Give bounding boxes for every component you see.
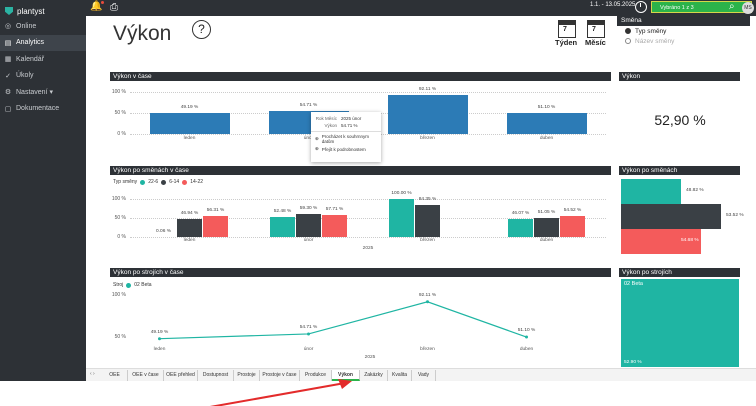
tooltip-value: 2025 únor	[341, 116, 362, 121]
machines-point-label: 54.71 %	[299, 324, 318, 330]
tooltip-action-label: Přejít k podrobnostem	[321, 146, 366, 152]
arrow-shaft	[209, 382, 346, 406]
machines-point[interactable]	[307, 332, 310, 336]
details-icon: ⊕	[315, 146, 319, 151]
tooltip-divider	[311, 131, 381, 132]
machines-point[interactable]	[158, 337, 161, 341]
machines-series-line[interactable]	[159, 301, 527, 340]
tooltip-action-label: Procházet k souhrnnym datům	[321, 134, 370, 144]
tab-2[interactable]: OEE přehled	[164, 370, 198, 381]
tab-pager[interactable]: ‹ ›	[90, 371, 95, 377]
machine-summary-name: 02 Beta	[624, 281, 643, 287]
tab-9[interactable]: Kvalita	[388, 370, 412, 381]
tab-0[interactable]: OEE	[102, 370, 128, 381]
shift-summary-block[interactable]	[621, 204, 721, 229]
machines-point[interactable]	[525, 335, 528, 339]
tooltip-drill-down[interactable]: ⊕ Přejít k podrobnostem	[311, 144, 381, 154]
shift-summary-label: 48.82 %	[686, 188, 704, 193]
arrow-head	[338, 379, 352, 389]
machines-x-tick: únor	[303, 347, 314, 352]
machine-summary-value: 52.90 %	[624, 360, 642, 365]
shift-summary-label: 53.52 %	[726, 213, 744, 218]
tab-10[interactable]: Vady	[412, 370, 436, 381]
tooltip-key: Rok Měsíc	[315, 116, 337, 121]
app-window: plantyst ◎ Online ▤ Analytics ▦ Kalendář ✓ Úkol…	[0, 0, 756, 406]
machines-point[interactable]	[426, 300, 429, 304]
tooltip-drill-up[interactable]: ⊕ Procházet k souhrnnym datům	[311, 134, 381, 144]
tab-8[interactable]: Zakázky	[360, 370, 388, 381]
tab-1[interactable]: OEE v čase	[128, 370, 164, 381]
machine-summary-block[interactable]	[621, 279, 739, 367]
machines-point-label: 49.19 %	[150, 329, 169, 335]
machines-x-tick: duben	[519, 347, 534, 352]
machines-point-label: 92.11 %	[418, 292, 437, 298]
shift-summary-label: 54.68 %	[681, 238, 699, 243]
shift-summary-block[interactable]	[621, 179, 681, 204]
machines-x-tick: březen	[420, 347, 435, 352]
red-arrow-annotation	[209, 379, 352, 406]
tooltip-value: 54.71 %	[341, 123, 358, 128]
drill-icon: ⊕	[315, 136, 319, 141]
chart-tooltip: Rok Měsíc 2025 únor Výkon 54.71 % ⊕ Procház…	[311, 112, 381, 162]
machines-point-label: 51.10 %	[517, 328, 536, 334]
machines-x-tick: leden	[153, 347, 166, 352]
machines-x-axis-title: 2025	[364, 355, 376, 360]
tooltip-key: Výkon	[324, 123, 337, 128]
